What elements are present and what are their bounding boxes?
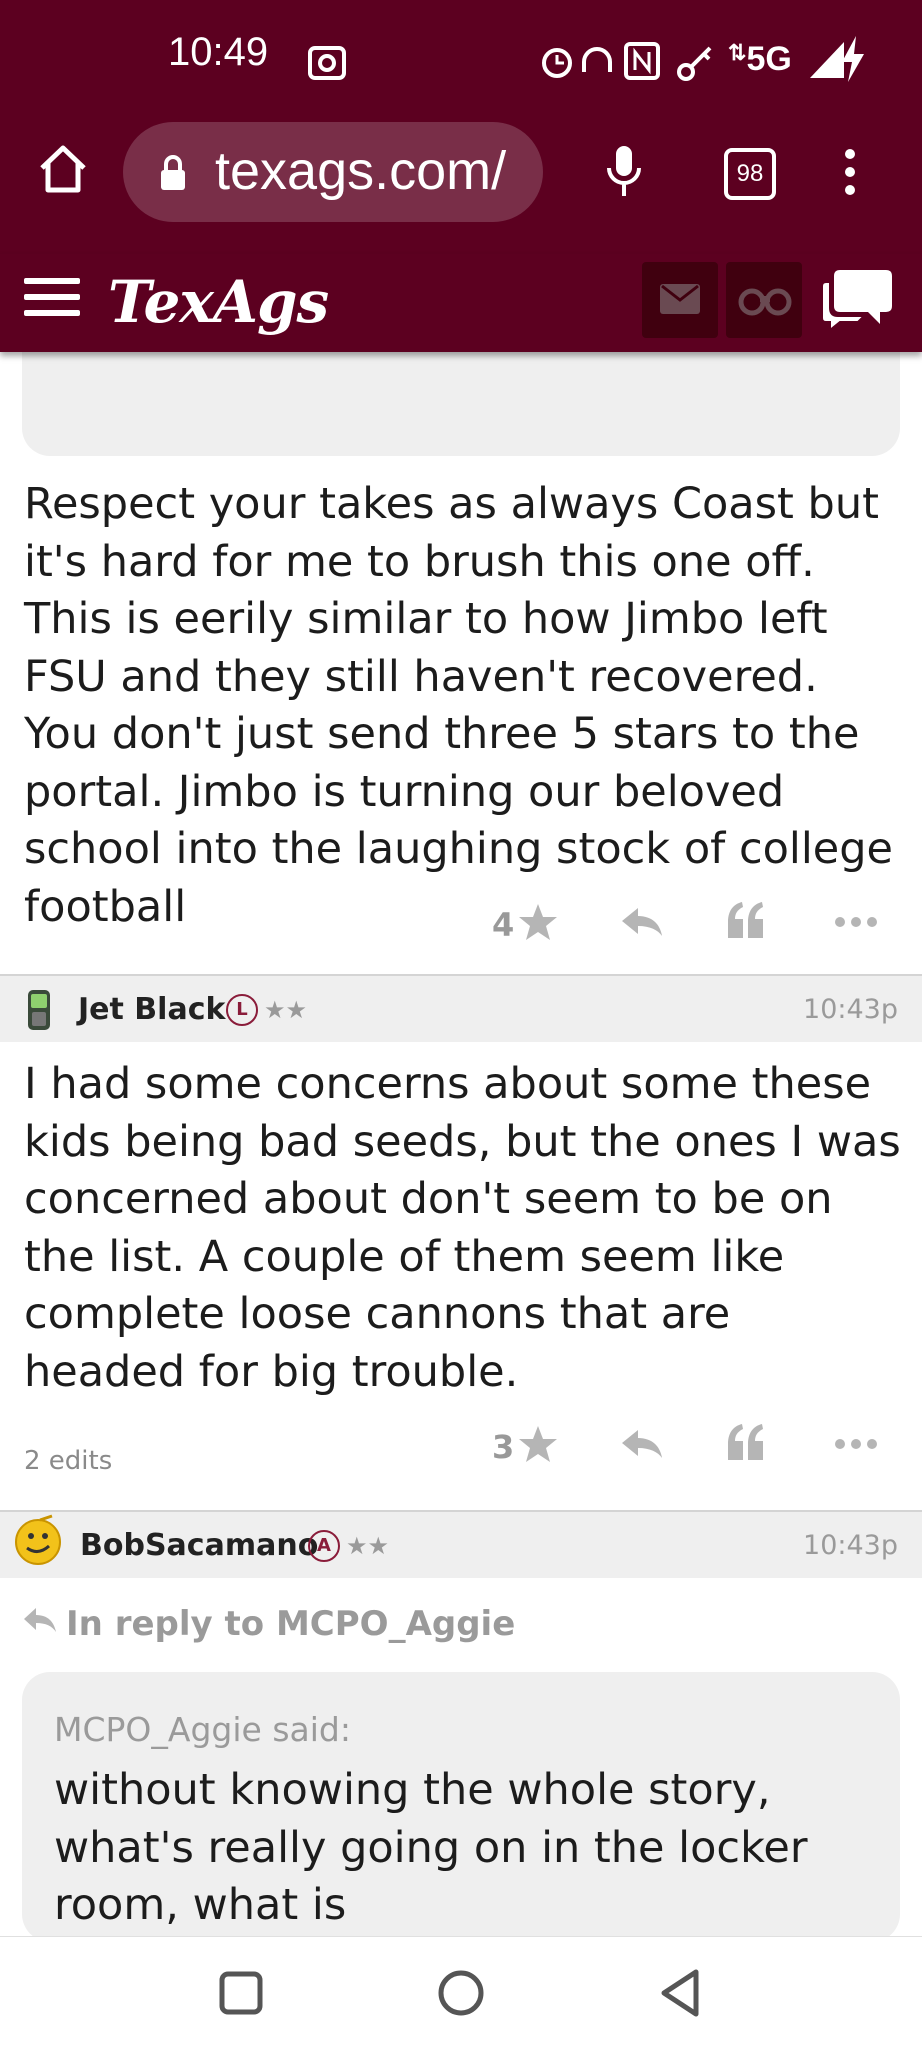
quote-author: MCPO_Aggie said: xyxy=(54,1710,351,1749)
status-badge: A xyxy=(308,1530,340,1562)
microphone-icon[interactable] xyxy=(604,144,644,200)
status-time: 10:49 xyxy=(168,30,269,74)
post-timestamp: 10:43p xyxy=(803,994,898,1025)
home-icon[interactable] xyxy=(36,142,90,196)
more-options-icon[interactable] xyxy=(834,1437,878,1451)
star-count: 3 xyxy=(492,1428,515,1466)
reply-icon[interactable] xyxy=(620,1428,664,1460)
reply-to-link[interactable]: In reply to MCPO_Aggie xyxy=(66,1604,515,1644)
avatar[interactable] xyxy=(24,988,54,1032)
star-icon[interactable] xyxy=(518,1424,558,1464)
username[interactable]: BobSacamano xyxy=(80,1528,318,1563)
lock-icon xyxy=(161,155,185,190)
headphones-icon xyxy=(582,47,612,72)
post-timestamp: 10:43p xyxy=(803,1530,898,1561)
post-body: Respect your takes as always Coast but i… xyxy=(24,479,894,932)
messages-button[interactable] xyxy=(642,262,718,338)
recents-button-icon[interactable] xyxy=(218,1970,264,2016)
rank-stars: ★★ xyxy=(346,1532,390,1560)
star-count: 4 xyxy=(492,906,515,944)
watchlist-button[interactable] xyxy=(726,262,802,338)
reply-icon xyxy=(24,1608,56,1632)
vpn-key-icon xyxy=(677,46,712,81)
battery-charging-icon xyxy=(842,36,864,82)
nfc-icon xyxy=(624,42,660,80)
url-text[interactable]: texags.com/ xyxy=(215,140,506,202)
network-label: ⇅5G xyxy=(728,40,792,78)
rank-stars: ★★ xyxy=(264,996,308,1024)
quote-icon[interactable] xyxy=(726,900,766,940)
alarm-icon xyxy=(542,48,572,78)
site-logo[interactable]: TexAgs xyxy=(108,268,329,336)
quote-text: without knowing the whole story, what's … xyxy=(54,1765,808,1930)
binoculars-icon xyxy=(738,288,792,316)
home-button-icon[interactable] xyxy=(436,1968,486,2018)
record-icon xyxy=(308,46,346,80)
star-icon[interactable] xyxy=(518,902,558,942)
edits-link[interactable]: 2 edits xyxy=(24,1446,112,1476)
back-button-icon[interactable] xyxy=(658,1968,702,2018)
hamburger-menu-icon[interactable] xyxy=(24,276,80,318)
tab-count-button[interactable]: 98 xyxy=(724,148,776,200)
status-badge: L xyxy=(226,994,258,1026)
forums-chat-icon[interactable] xyxy=(820,266,894,332)
overflow-menu-icon[interactable] xyxy=(840,146,860,198)
reply-icon[interactable] xyxy=(620,906,664,938)
mail-icon xyxy=(660,284,700,314)
quote-box: MCPO_Aggie said: without knowing the who… xyxy=(22,1672,900,1942)
username[interactable]: Jet Black xyxy=(78,992,225,1027)
more-options-icon[interactable] xyxy=(834,915,878,929)
post-body: I had some concerns about some these kid… xyxy=(24,1059,901,1397)
quote-icon[interactable] xyxy=(726,1422,766,1462)
avatar[interactable] xyxy=(12,1514,64,1568)
